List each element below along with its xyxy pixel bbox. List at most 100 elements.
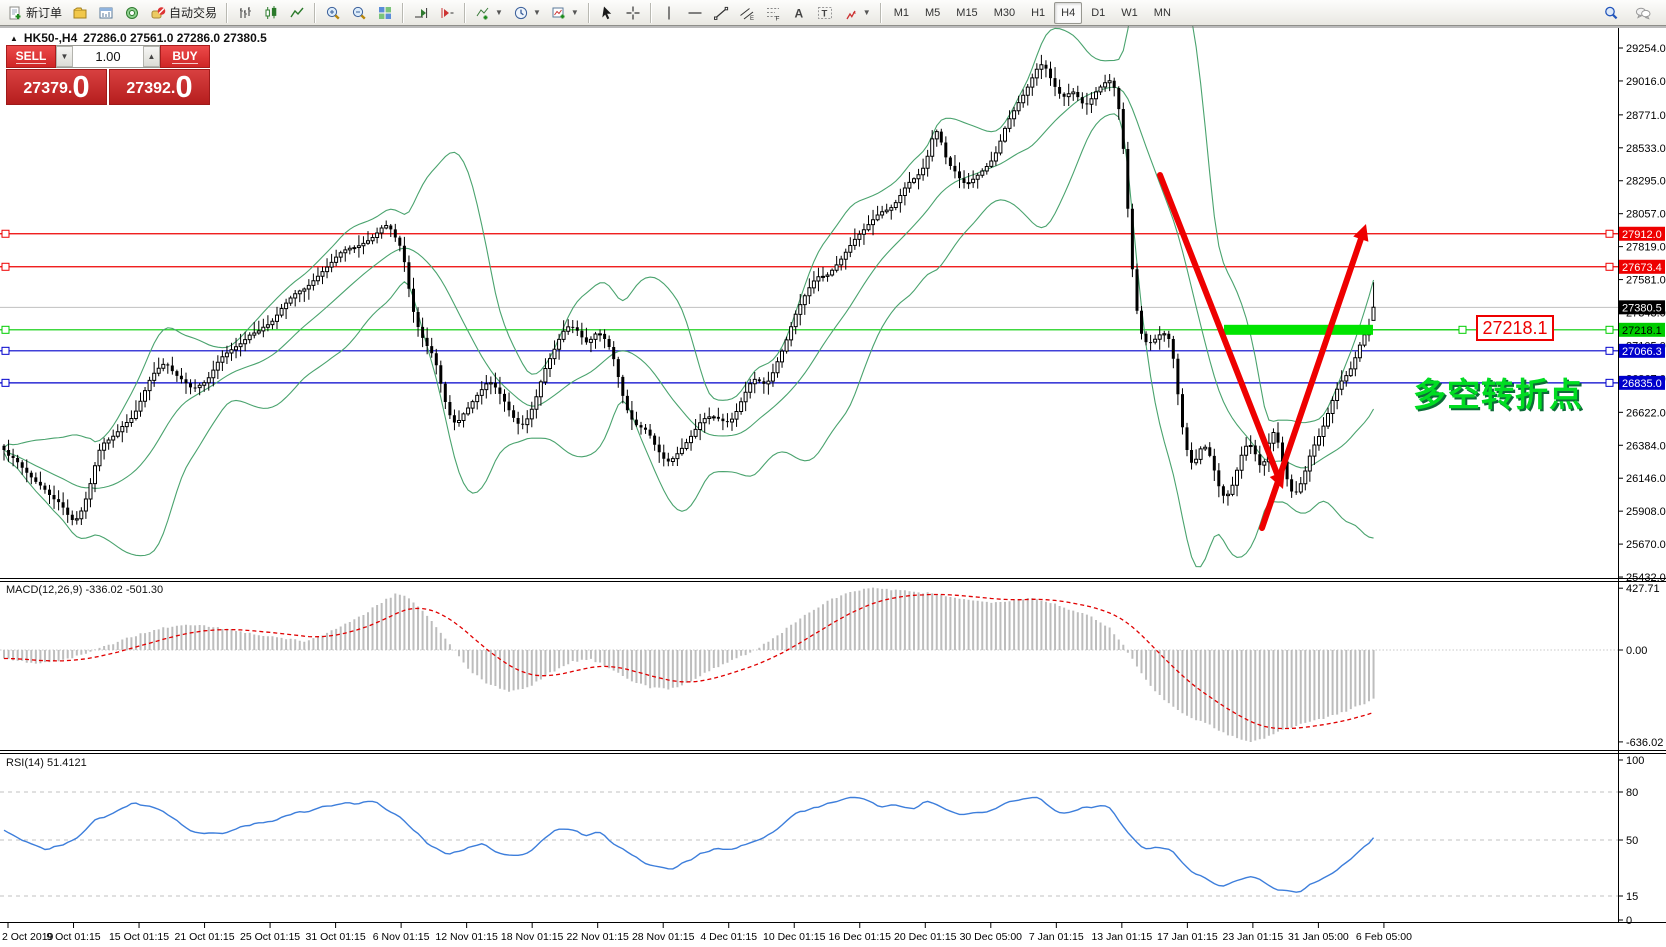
x-axis-label: 30 Dec 05:00 xyxy=(960,931,1023,943)
templates-icon xyxy=(552,7,565,18)
tile-windows-button[interactable] xyxy=(372,1,398,25)
crosshair-button[interactable] xyxy=(620,1,646,25)
mt4-terminal-window: { "toolbar": { "items": [ {"name":"new-o… xyxy=(0,0,1666,947)
rsi-axis-label: 50 xyxy=(1626,835,1638,847)
fibonacci-retracement-button[interactable]: F xyxy=(760,1,786,25)
sell-price-display[interactable]: 27379. 0 xyxy=(6,69,107,105)
x-axis-label: 22 Nov 01:15 xyxy=(566,931,629,943)
line-chart-mode-icon xyxy=(290,7,304,17)
x-axis-label: 17 Jan 01:15 xyxy=(1157,931,1218,943)
horizontal-line-icon xyxy=(688,11,702,14)
horizontal-line-button[interactable] xyxy=(682,1,708,25)
svg-text:A: A xyxy=(794,6,803,20)
cursor-button[interactable] xyxy=(594,1,620,25)
sell-button[interactable]: SELL xyxy=(6,45,56,68)
turning-point-annotation[interactable]: 多空转折点 xyxy=(1413,368,1583,416)
timeframe-h1-button[interactable]: H1 xyxy=(1024,2,1052,24)
timeframe-h4-button[interactable]: H4 xyxy=(1054,1,1083,24)
x-axis-label: 18 Nov 01:15 xyxy=(501,931,564,943)
periods-list-dropdown-icon[interactable]: ▼ xyxy=(533,8,541,17)
navigator-button[interactable] xyxy=(119,1,145,25)
svg-text:F: F xyxy=(775,15,779,21)
buy-button[interactable]: BUY xyxy=(160,45,210,68)
buy-price-display[interactable]: 27392. 0 xyxy=(109,69,210,105)
candlestick-mode-button[interactable] xyxy=(258,1,284,25)
community-chat-icon xyxy=(1635,7,1651,19)
search-button[interactable] xyxy=(1598,1,1624,25)
down-arrow-icon: ▼ xyxy=(60,52,69,61)
collapse-icon[interactable]: ▲ xyxy=(10,34,18,43)
one-click-trading-panel: SELL ▼ 1.00 ▲ BUY 27379. 0 27392. 0 xyxy=(6,45,210,105)
bar-chart-mode-button[interactable] xyxy=(232,1,258,25)
toolbar-separator xyxy=(879,2,882,23)
indicators-list-button[interactable]: ▼ xyxy=(470,1,508,25)
y-axis-label: 28057.0 xyxy=(1626,209,1666,221)
rsi-axis-label: 0 xyxy=(1626,915,1632,927)
auto-scroll-button[interactable] xyxy=(408,1,434,25)
rsi-axis-label: 80 xyxy=(1626,787,1638,799)
text-label-button[interactable]: T xyxy=(812,1,838,25)
support-zone-bar[interactable] xyxy=(1224,324,1373,335)
volume-input[interactable]: 1.00 xyxy=(73,46,143,67)
axis-price-label: 27673.4 xyxy=(1622,262,1662,274)
rsi-indicator-label: RSI(14) 51.4121 xyxy=(6,757,87,769)
axis-price-label: 27380.5 xyxy=(1622,302,1662,314)
x-axis-label: 6 Feb 05:00 xyxy=(1356,931,1412,943)
x-axis-label: 20 Dec 01:15 xyxy=(894,931,957,943)
x-axis-label: 28 Nov 01:15 xyxy=(632,931,695,943)
volume-increase-button[interactable]: ▲ xyxy=(143,46,160,67)
toolbar-separator xyxy=(402,2,405,23)
x-axis-label: 6 Nov 01:15 xyxy=(373,931,430,943)
text-icon: A xyxy=(794,6,803,20)
x-axis-label: 4 Dec 01:15 xyxy=(700,931,757,943)
svg-text:T: T xyxy=(821,8,827,19)
templates-dropdown-icon[interactable]: ▼ xyxy=(571,8,579,17)
auto-trading-button[interactable]: 自动交易 xyxy=(145,1,222,25)
x-axis-label: 23 Jan 01:15 xyxy=(1223,931,1284,943)
line-chart-mode-button[interactable] xyxy=(284,1,310,25)
timeframe-d1-button[interactable]: D1 xyxy=(1084,2,1112,24)
zoom-out-button[interactable] xyxy=(346,1,372,25)
new-order-icon xyxy=(9,6,21,19)
profiles-button[interactable] xyxy=(67,1,93,25)
vertical-line-icon xyxy=(668,6,670,19)
macd-axis-label: -636.02 xyxy=(1626,737,1663,749)
timeframe-m15-button[interactable]: M15 xyxy=(949,2,984,24)
indicators-list-dropdown-icon[interactable]: ▼ xyxy=(495,8,503,17)
equidistant-channel-button[interactable]: E xyxy=(734,1,760,25)
price-chart-svg[interactable]: 29254.0 29016.0 28771.0 28533.0 28295.0 28057… xyxy=(0,0,1666,947)
y-axis-label: 27819.0 xyxy=(1626,242,1666,254)
search-icon xyxy=(1605,6,1618,19)
timeframe-mn-button[interactable]: MN xyxy=(1147,2,1178,24)
periods-list-button[interactable]: ▼ xyxy=(508,1,546,25)
bar-chart-mode-icon xyxy=(240,6,251,18)
chart-ohlc-values: 27286.0 27561.0 27286.0 27380.5 xyxy=(83,31,267,45)
text-button[interactable]: A xyxy=(786,1,812,25)
new-order-button[interactable]: 新订单 xyxy=(2,1,67,25)
community-chat-button[interactable] xyxy=(1630,1,1656,25)
timeframe-m5-button[interactable]: M5 xyxy=(918,2,947,24)
vertical-line-button[interactable] xyxy=(656,1,682,25)
volume-decrease-button[interactable]: ▼ xyxy=(56,46,73,67)
chart-shift-button[interactable] xyxy=(434,1,460,25)
market-watch-icon xyxy=(99,7,113,18)
arrows-tool-icon xyxy=(846,10,856,19)
arrows-tool-dropdown-icon[interactable]: ▼ xyxy=(863,8,871,17)
timeframe-m30-button[interactable]: M30 xyxy=(987,2,1022,24)
market-watch-button[interactable] xyxy=(93,1,119,25)
trendline-button[interactable] xyxy=(708,1,734,25)
zoom-in-button[interactable] xyxy=(320,1,346,25)
x-axis-label: 31 Jan 05:00 xyxy=(1288,931,1349,943)
templates-button[interactable]: ▼ xyxy=(546,1,584,25)
svg-text:E: E xyxy=(750,16,754,21)
arrows-tool-button[interactable]: ▼ xyxy=(838,1,876,25)
toolbar-separator xyxy=(226,2,229,23)
y-axis-label: 27581.0 xyxy=(1626,275,1666,287)
macd-axis-label: 427.71 xyxy=(1626,583,1660,595)
timeframe-m1-button[interactable]: M1 xyxy=(887,2,916,24)
price-tag-annotation[interactable]: 27218.1 xyxy=(1476,315,1554,341)
new-order-label: 新订单 xyxy=(26,6,63,20)
candlestick-mode-icon xyxy=(265,5,277,19)
fibonacci-retracement-icon: F xyxy=(766,7,779,21)
timeframe-w1-button[interactable]: W1 xyxy=(1114,2,1145,24)
